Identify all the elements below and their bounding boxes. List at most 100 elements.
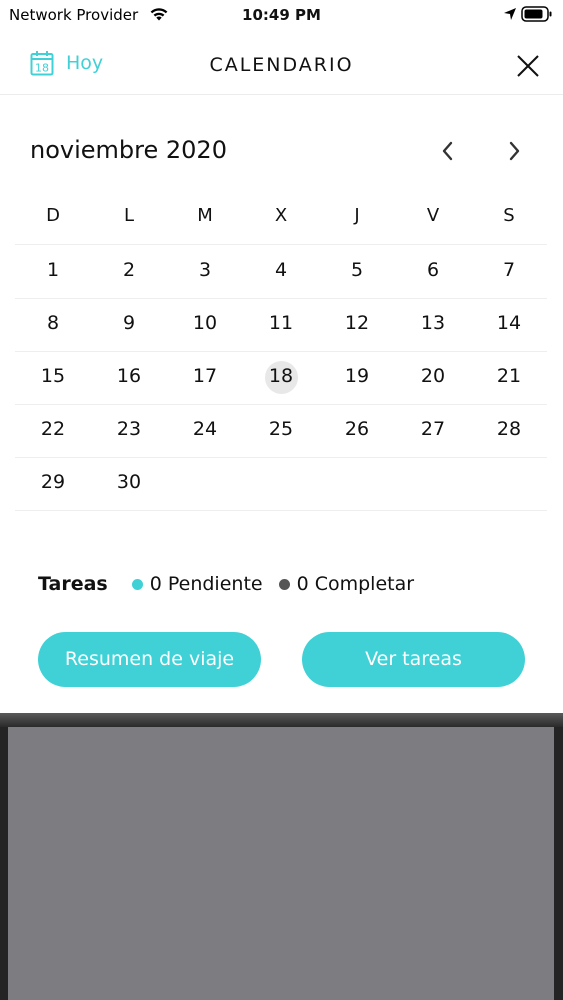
weekday-label: V [426,205,440,226]
calendar-day[interactable]: 14 [471,298,547,351]
day-number: 21 [496,365,522,387]
day-number: 19 [344,365,370,387]
calendar-week: 15 16 17 18 19 20 21 [15,351,547,405]
day-number: 12 [344,312,370,334]
day-number: 4 [274,259,288,281]
calendar-day[interactable]: 1 [15,245,91,298]
completed-dot [278,578,290,590]
calendar-day-empty [395,457,471,510]
weekday-label: J [354,205,360,226]
calendar-day[interactable]: 12 [319,298,395,351]
weekday-label: L [123,205,135,226]
calendar-day[interactable]: 5 [319,245,395,298]
calendar-day[interactable]: 9 [91,298,167,351]
calendar-day[interactable]: 30 [91,457,167,510]
day-number: 7 [502,259,516,281]
completed-legend: 0 Completar [278,573,415,595]
battery-icon [521,6,552,22]
calendar-day[interactable]: 28 [471,404,547,457]
day-number: 30 [116,471,142,493]
day-number: 18 [268,365,294,387]
weekday-header: D L M X J V S [15,200,547,245]
clock: 10:49 PM [242,6,321,24]
day-number: 13 [420,312,446,334]
day-number: 5 [350,259,364,281]
calendar-day[interactable]: 19 [319,351,395,404]
chevron-right-icon[interactable] [502,138,526,164]
calendar-day[interactable]: 8 [15,298,91,351]
day-number: 16 [116,365,142,387]
day-number: 8 [46,312,60,334]
calendar-week: 29 30 [15,457,547,511]
calendar-day[interactable]: 11 [243,298,319,351]
day-number: 1 [46,259,60,281]
completed-count: 0 Completar [296,573,415,595]
calendar-day[interactable]: 27 [395,404,471,457]
calendar-day[interactable]: 29 [15,457,91,510]
calendar-day[interactable]: 22 [15,404,91,457]
calendar-day[interactable]: 15 [15,351,91,404]
pending-dot [131,578,143,590]
weekday-label: M [197,205,213,226]
tasks-label: Tareas [38,573,108,595]
calendar-day[interactable]: 17 [167,351,243,404]
calendar-day[interactable]: 26 [319,404,395,457]
calendar-day[interactable]: 10 [167,298,243,351]
weekday-label: X [274,205,288,226]
calendar-day[interactable]: 23 [91,404,167,457]
day-number: 3 [198,259,212,281]
calendar-day[interactable]: 21 [471,351,547,404]
calendar-day[interactable]: 3 [167,245,243,298]
day-number: 27 [420,418,446,440]
calendar-day[interactable]: 16 [91,351,167,404]
calendar-week: 1 2 3 4 5 6 7 [15,245,547,299]
tasks-summary: Tareas 0 Pendiente 0 Completar [38,572,414,596]
close-icon[interactable] [513,51,543,81]
day-number: 20 [420,365,446,387]
location-arrow-icon [504,8,516,20]
calendar-day[interactable]: 6 [395,245,471,298]
day-number: 24 [192,418,218,440]
calendar-day-empty [243,457,319,510]
day-number: 29 [40,471,66,493]
calendar-day[interactable]: 2 [91,245,167,298]
pending-count: 0 Pendiente [149,573,263,595]
weekday-label: D [46,205,60,226]
calendar-day[interactable]: 4 [243,245,319,298]
day-number: 15 [40,365,66,387]
calendar-day[interactable]: 24 [167,404,243,457]
day-number: 28 [496,418,522,440]
page-title: CALENDARIO [209,54,354,76]
calendar-week: 8 9 10 11 12 13 14 [15,298,547,352]
background-sheet [8,727,554,1000]
calendar-header: 18 Hoy CALENDARIO [0,30,563,95]
day-number: 14 [496,312,522,334]
day-number: 11 [268,312,294,334]
day-number: 9 [122,312,136,334]
pending-legend: 0 Pendiente [131,573,263,595]
day-number: 23 [116,418,142,440]
status-bar: Network Provider 10:49 PM [0,0,563,30]
month-title: noviembre 2020 [30,136,227,164]
view-tasks-button[interactable]: Ver tareas [302,632,525,687]
calendar-day-empty [319,457,395,510]
calendar-day-empty [167,457,243,510]
calendar-day-selected[interactable]: 18 [243,351,319,404]
chevron-left-icon[interactable] [436,138,460,164]
day-number: 10 [192,312,218,334]
day-number: 25 [268,418,294,440]
calendar-day[interactable]: 7 [471,245,547,298]
day-number: 6 [426,259,440,281]
day-number: 22 [40,418,66,440]
day-number: 26 [344,418,370,440]
calendar-day[interactable]: 13 [395,298,471,351]
modal-shadow [0,713,563,727]
day-number: 17 [192,365,218,387]
calendar-day[interactable]: 20 [395,351,471,404]
trip-summary-button[interactable]: Resumen de viaje [38,632,261,687]
day-number: 2 [122,259,136,281]
weekday-label: S [503,205,515,226]
calendar-day-empty [471,457,547,510]
calendar-week: 22 23 24 25 26 27 28 [15,404,547,458]
calendar-day[interactable]: 25 [243,404,319,457]
